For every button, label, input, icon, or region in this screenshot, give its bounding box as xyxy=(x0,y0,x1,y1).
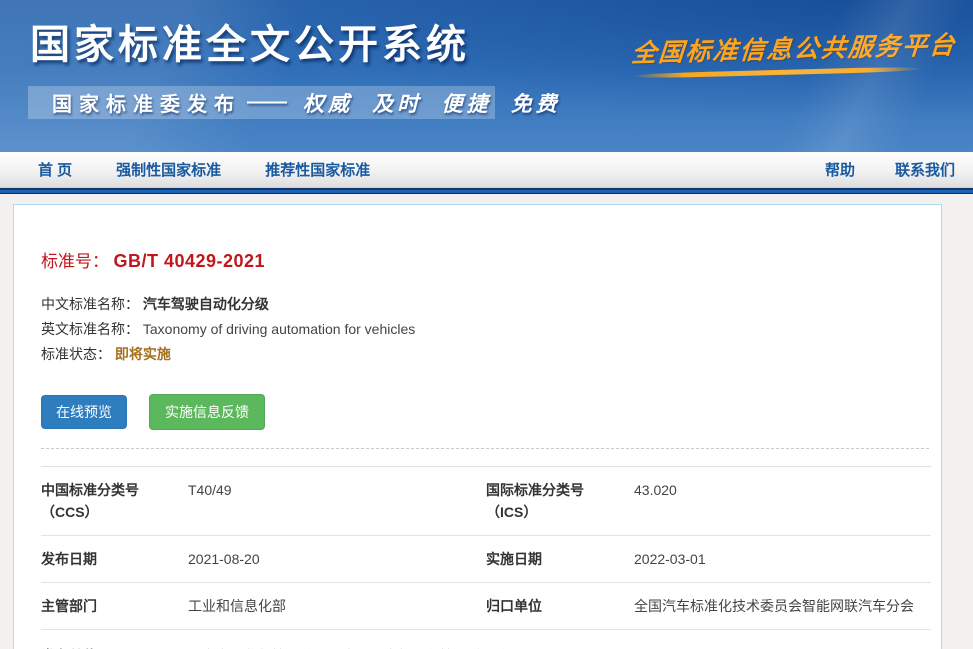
nav-item-help[interactable]: 帮助 xyxy=(825,159,855,180)
publisher-bar: 国家标准委发布 —— 权威 及时 便捷 免费 xyxy=(28,86,495,119)
en-name-line: 英文标准名称： Taxonomy of driving automation f… xyxy=(41,317,929,342)
main-navigation: 首 页 强制性国家标准 推荐性国家标准 帮助 联系我们 xyxy=(0,152,973,187)
nav-right-group: 帮助 联系我们 xyxy=(785,159,955,180)
standard-number-label: 标准号： xyxy=(41,252,109,271)
platform-brand-text: 全国标准信息公共服务平台 xyxy=(630,26,924,70)
centralized-unit-value: 全国汽车标准化技术委员会智能网联汽车分会 xyxy=(634,595,931,617)
nav-item-home[interactable]: 首 页 xyxy=(38,159,72,180)
en-name-value: Taxonomy of driving automation for vehic… xyxy=(143,321,415,337)
action-buttons-row: 在线预览 实施信息反馈 xyxy=(41,394,929,430)
competent-dept-label: 主管部门 xyxy=(41,595,188,617)
ics-value: 43.020 xyxy=(634,479,931,523)
publish-unit-value: 国家市场监督管理总局、中国国家标准化管理委员会 xyxy=(188,645,931,649)
nav-left-group: 首 页 强制性国家标准 推荐性国家标准 xyxy=(38,159,414,180)
nav-item-recommended-standards[interactable]: 推荐性国家标准 xyxy=(265,159,370,180)
nav-item-contact-us[interactable]: 联系我们 xyxy=(895,159,955,180)
implementation-feedback-button[interactable]: 实施信息反馈 xyxy=(149,394,265,430)
competent-dept-value: 工业和信息化部 xyxy=(188,595,486,617)
table-row-departments: 主管部门 工业和信息化部 归口单位 全国汽车标准化技术委员会智能网联汽车分会 xyxy=(41,583,931,630)
platform-brand: 全国标准信息公共服务平台 xyxy=(632,30,922,75)
publish-unit-label: 发布单位 xyxy=(41,645,188,649)
publish-date-value: 2021-08-20 xyxy=(188,548,486,570)
ccs-label: 中国标准分类号（CCS） xyxy=(41,479,188,523)
standard-info-table: 中国标准分类号（CCS） T40/49 国际标准分类号（ICS） 43.020 … xyxy=(41,466,931,649)
status-label: 标准状态： xyxy=(41,346,111,362)
standard-fields: 中文标准名称： 汽车驾驶自动化分级 英文标准名称： Taxonomy of dr… xyxy=(41,292,929,367)
ics-label: 国际标准分类号（ICS） xyxy=(486,479,634,523)
centralized-unit-label: 归口单位 xyxy=(486,595,634,617)
cn-name-label: 中文标准名称： xyxy=(41,296,139,312)
implement-date-label: 实施日期 xyxy=(486,548,634,570)
nav-bottom-border xyxy=(0,187,973,194)
table-row-dates: 发布日期 2021-08-20 实施日期 2022-03-01 xyxy=(41,536,931,583)
slogan-text: 权威 及时 便捷 免费 xyxy=(303,88,561,118)
standard-number-value: GB/T 40429-2021 xyxy=(113,251,265,271)
dash-separator: —— xyxy=(247,91,287,114)
standard-number-line: 标准号： GB/T 40429-2021 xyxy=(41,247,929,272)
online-preview-button[interactable]: 在线预览 xyxy=(41,395,127,429)
standard-detail-card: 标准号： GB/T 40429-2021 中文标准名称： 汽车驾驶自动化分级 英… xyxy=(13,204,942,649)
dashed-divider xyxy=(41,448,929,449)
en-name-label: 英文标准名称： xyxy=(41,321,139,337)
cn-name-value: 汽车驾驶自动化分级 xyxy=(143,296,269,312)
table-row-classification: 中国标准分类号（CCS） T40/49 国际标准分类号（ICS） 43.020 xyxy=(41,467,931,536)
implement-date-value: 2022-03-01 xyxy=(634,548,931,570)
publisher-text: 国家标准委发布 xyxy=(52,88,241,117)
status-badge: 即将实施 xyxy=(115,346,171,362)
status-line: 标准状态： 即将实施 xyxy=(41,342,929,367)
page-background: 标准号： GB/T 40429-2021 中文标准名称： 汽车驾驶自动化分级 英… xyxy=(0,194,973,649)
nav-item-mandatory-standards[interactable]: 强制性国家标准 xyxy=(116,159,221,180)
table-row-publisher: 发布单位 国家市场监督管理总局、中国国家标准化管理委员会 xyxy=(41,630,931,649)
header-banner: 国家标准全文公开系统 全国标准信息公共服务平台 国家标准委发布 —— 权威 及时… xyxy=(0,0,973,152)
cn-name-line: 中文标准名称： 汽车驾驶自动化分级 xyxy=(41,292,929,317)
ccs-value: T40/49 xyxy=(188,479,486,523)
publish-date-label: 发布日期 xyxy=(41,548,188,570)
site-title: 国家标准全文公开系统 xyxy=(30,12,470,70)
